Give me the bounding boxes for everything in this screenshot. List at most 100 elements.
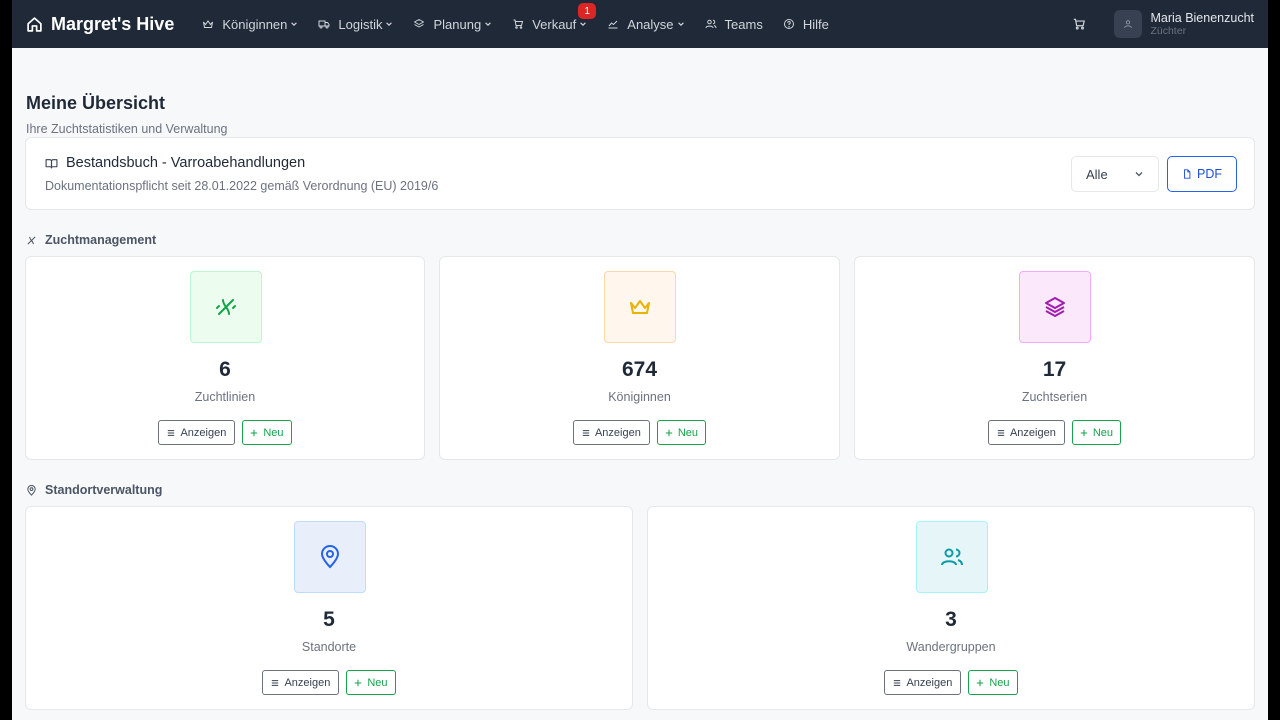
truck-icon [318, 18, 330, 30]
filter-select-value: Alle [1086, 166, 1108, 182]
show-zuchtlinien-button[interactable]: Anzeigen [158, 420, 236, 445]
nav-teams[interactable]: Teams [695, 0, 773, 48]
plus-icon [1080, 429, 1088, 436]
chevron-down-icon [1135, 172, 1143, 177]
show-wandergruppen-button[interactable]: Anzeigen [884, 670, 962, 695]
stat-value: 3 [945, 608, 957, 631]
button-label: Neu [263, 426, 284, 439]
cart-icon[interactable] [1072, 17, 1086, 31]
user-menu[interactable]: Maria Bienenzucht Züchter [1114, 10, 1254, 38]
plus-icon [665, 429, 673, 436]
nav-label: Hilfe [802, 16, 829, 32]
stat-label: Wandergruppen [906, 640, 996, 654]
button-label: Neu [989, 676, 1010, 689]
book-icon [45, 157, 58, 170]
stat-actions: Anzeigen Neu [26, 420, 424, 445]
app-window: Margret's Hive Königinnen Logistik Planu… [12, 0, 1268, 720]
filter-select[interactable]: Alle [1071, 156, 1159, 192]
stat-icon-box [916, 521, 988, 593]
dna-icon [216, 299, 236, 315]
crown-icon [630, 300, 650, 314]
nav-analyse[interactable]: Analyse [597, 0, 694, 48]
stat-card-standorte: 5 Standorte Anzeigen Neu [25, 506, 633, 710]
nav-label: Logistik [338, 16, 383, 32]
chevron-down-icon [580, 22, 587, 27]
navbar-right: Maria Bienenzucht Züchter [1072, 10, 1268, 38]
cart-icon [512, 18, 524, 30]
stat-card-zuchtserien: 17 Zuchtserien Anzeigen Neu [854, 256, 1255, 460]
plus-icon [251, 429, 258, 436]
stat-label: Zuchtlinien [194, 390, 256, 404]
bestandsbuch-card: Bestandsbuch - Varroabehandlungen Dokume… [25, 137, 1255, 210]
show-zuchtserien-button[interactable]: Anzeigen [987, 420, 1065, 445]
chevron-down-icon [677, 22, 684, 27]
nav-label: Planung [433, 16, 482, 32]
user-icon [1124, 20, 1133, 28]
nav-label: Analyse [627, 16, 674, 32]
layers-icon [413, 18, 425, 30]
layers-icon [1045, 297, 1065, 317]
stat-icon-box [190, 271, 262, 343]
stat-value: 5 [323, 608, 335, 631]
map-pin-icon [26, 484, 37, 496]
nav-logistik[interactable]: Logistik [308, 0, 403, 48]
crown-icon [202, 18, 214, 30]
stat-value: 17 [1042, 358, 1067, 381]
stat-actions: Anzeigen Neu [648, 670, 1254, 695]
button-label: Anzeigen [594, 426, 641, 439]
nav-label: Verkauf [532, 16, 577, 32]
new-wandergruppe-button[interactable]: Neu [968, 670, 1018, 695]
pdf-label: PDF [1197, 167, 1222, 181]
file-pdf-icon [1184, 169, 1191, 179]
user-name: Maria Bienenzucht [1150, 10, 1254, 25]
notification-badge: 1 [578, 3, 597, 19]
plus-icon [977, 679, 984, 686]
stat-value: 674 [621, 358, 658, 381]
dna-icon [26, 235, 37, 246]
brand-name: Margret's Hive [51, 13, 175, 34]
users-icon [941, 548, 963, 566]
help-icon [783, 18, 795, 30]
nav-hilfe[interactable]: Hilfe [773, 0, 839, 48]
bestandsbuch-subtitle: Dokumentationspflicht seit 28.01.2022 ge… [45, 179, 439, 193]
stat-label: Königinnen [608, 390, 671, 404]
map-pin-icon [320, 545, 340, 569]
new-standort-button[interactable]: Neu [346, 670, 396, 695]
new-zuchtserie-button[interactable]: Neu [1071, 420, 1122, 445]
list-icon [582, 429, 590, 436]
button-label: Anzeigen [906, 676, 953, 689]
chevron-down-icon [485, 22, 492, 27]
pdf-export-button[interactable]: PDF [1167, 156, 1237, 192]
show-koeniginnen-button[interactable]: Anzeigen [572, 420, 650, 445]
show-standorte-button[interactable]: Anzeigen [262, 670, 340, 695]
stat-card-koeniginnen: 674 Königinnen Anzeigen Neu [439, 256, 840, 460]
bestandsbuch-title-row: Bestandsbuch - Varroabehandlungen [45, 155, 305, 171]
new-koenigin-button[interactable]: Neu [656, 420, 707, 445]
button-label: Anzeigen [284, 676, 331, 689]
brand-link[interactable]: Margret's Hive [26, 14, 174, 35]
stat-label: Zuchtserien [1021, 390, 1088, 404]
plus-icon [355, 679, 362, 686]
new-zuchtlinie-button[interactable]: Neu [242, 420, 292, 445]
users-icon [705, 18, 717, 30]
section-standortverwaltung: Standortverwaltung [26, 483, 162, 497]
chevron-down-icon [386, 22, 393, 27]
page-title: Meine Übersicht [26, 93, 166, 113]
nav-planung[interactable]: Planung [403, 0, 502, 48]
list-icon [168, 429, 175, 436]
top-navbar: Margret's Hive Königinnen Logistik Planu… [12, 0, 1268, 48]
button-label: Anzeigen [1009, 426, 1056, 439]
stat-icon-box [1019, 271, 1091, 343]
nav-label: Teams [724, 16, 763, 32]
section-label-text: Zuchtmanagement [45, 233, 157, 247]
nav-verkauf[interactable]: Verkauf 1 [502, 0, 597, 48]
section-label-text: Standortverwaltung [45, 483, 163, 497]
stat-card-zuchtlinien: 6 Zuchtlinien Anzeigen Neu [25, 256, 425, 460]
button-label: Neu [677, 426, 699, 439]
list-icon [272, 679, 279, 686]
list-icon [894, 679, 901, 686]
chevron-down-icon [291, 22, 298, 27]
nav-koeniginnen[interactable]: Königinnen [192, 0, 308, 48]
stat-actions: Anzeigen Neu [855, 420, 1254, 445]
stat-label: Standorte [301, 640, 357, 654]
